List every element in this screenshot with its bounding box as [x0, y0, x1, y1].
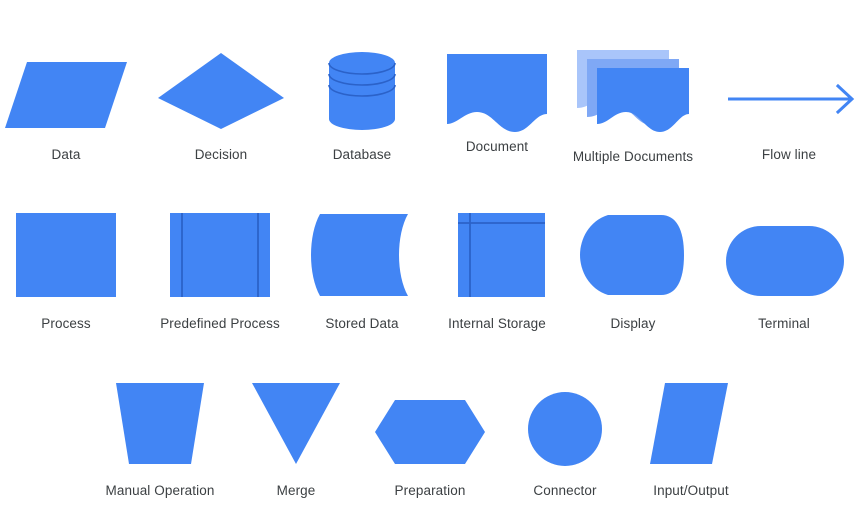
diamond-icon	[158, 53, 284, 129]
symbol-label-manual-operation: Manual Operation	[105, 483, 215, 498]
merge-shape-art	[238, 382, 354, 466]
symbol-label-input-output: Input/Output	[653, 483, 729, 498]
circle-icon	[528, 392, 602, 466]
symbol-label-terminal: Terminal	[758, 316, 810, 331]
arrow-right-icon	[728, 83, 855, 115]
symbol-label-predefined-process: Predefined Process	[160, 316, 280, 331]
symbol-label-connector: Connector	[533, 483, 597, 498]
symbol-label-flow-line: Flow line	[761, 147, 817, 162]
symbol-cell-process[interactable]: Process	[0, 213, 132, 332]
symbol-cell-data[interactable]: Data	[0, 58, 132, 163]
multiple-documents-shape-art	[567, 40, 699, 132]
symbol-label-decision: Decision	[194, 147, 248, 162]
symbol-label-display: Display	[610, 316, 656, 331]
symbol-label-internal-storage: Internal Storage	[448, 316, 546, 331]
symbol-cell-document[interactable]: Document	[443, 50, 551, 155]
symbol-cell-display[interactable]: Display	[575, 213, 691, 332]
flow-line-shape-art	[718, 58, 860, 132]
rectangle-icon	[16, 213, 116, 297]
symbol-cell-manual-operation[interactable]: Manual Operation	[94, 382, 226, 499]
connector-shape-art	[507, 392, 623, 466]
stored-data-shape-art	[304, 213, 420, 299]
data-shape-art	[0, 58, 132, 132]
symbol-label-multiple-documents: Multiple Documents	[572, 149, 694, 164]
document-shape-art	[443, 50, 551, 132]
symbol-label-stored-data: Stored Data	[325, 316, 399, 331]
decision-shape-art	[155, 50, 287, 132]
manual-operation-shape-art	[94, 382, 226, 466]
symbol-label-process: Process	[41, 316, 91, 331]
display-shape-art	[575, 213, 691, 299]
symbol-cell-merge[interactable]: Merge	[238, 382, 354, 499]
internal-storage-shape-art	[441, 213, 553, 299]
predefined-process-shape-art	[154, 213, 286, 299]
symbol-cell-input-output[interactable]: Input/Output	[633, 382, 749, 499]
symbol-cell-internal-storage[interactable]: Internal Storage	[441, 213, 553, 332]
symbol-cell-decision[interactable]: Decision	[155, 50, 287, 163]
symbol-label-preparation: Preparation	[394, 483, 466, 498]
symbol-label-document: Document	[465, 139, 529, 154]
symbol-cell-stored-data[interactable]: Stored Data	[304, 213, 420, 332]
symbol-label-database: Database	[332, 147, 392, 162]
input-output-shape-art	[633, 382, 749, 466]
preparation-shape-art	[372, 399, 488, 466]
stored-data-icon	[311, 214, 408, 296]
symbol-label-data: Data	[51, 147, 81, 162]
document-stack-icon	[577, 50, 689, 132]
symbol-cell-flow-line[interactable]: Flow line	[718, 58, 860, 163]
internal-storage-icon	[458, 213, 545, 297]
terminal-shape-art	[718, 226, 850, 299]
trapezoid-icon	[116, 383, 204, 464]
symbol-cell-connector[interactable]: Connector	[507, 392, 623, 499]
symbol-label-merge: Merge	[276, 483, 316, 498]
parallelogram-tall-icon	[650, 383, 728, 464]
hexagon-icon	[375, 400, 485, 464]
parallelogram-icon	[5, 62, 127, 128]
rectangle-double-bar-icon	[170, 213, 270, 297]
symbol-cell-predefined-process[interactable]: Predefined Process	[154, 213, 286, 332]
symbol-cell-database[interactable]: Database	[312, 50, 412, 163]
document-icon	[447, 54, 547, 132]
database-cylinder-icon	[328, 52, 396, 130]
symbol-cell-multiple-documents[interactable]: Multiple Documents	[567, 40, 699, 165]
process-shape-art	[0, 213, 132, 299]
stadium-icon	[726, 226, 844, 296]
display-icon	[580, 215, 684, 295]
symbol-cell-terminal[interactable]: Terminal	[718, 226, 850, 332]
triangle-down-icon	[252, 383, 340, 464]
flowchart-symbols-legend: Data Decision Database Document Multiple…	[0, 0, 860, 510]
database-shape-art	[312, 50, 412, 132]
symbol-cell-preparation[interactable]: Preparation	[372, 399, 488, 499]
